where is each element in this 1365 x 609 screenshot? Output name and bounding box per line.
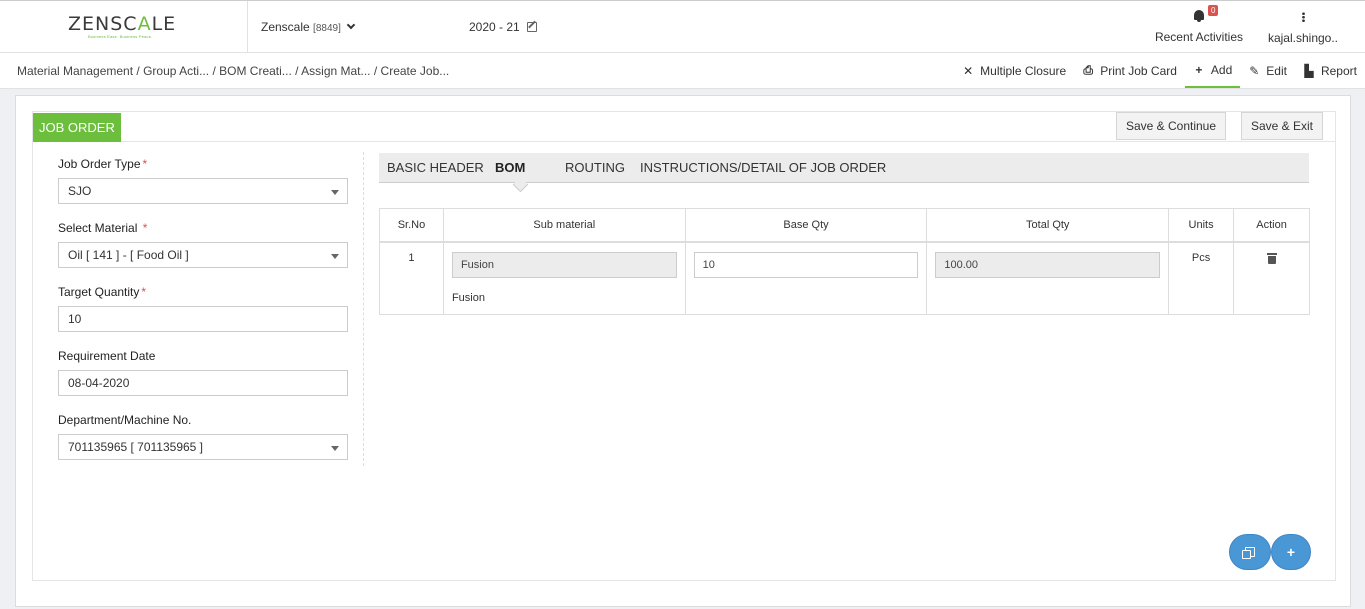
edit-label: Edit xyxy=(1266,63,1287,78)
copy-icon xyxy=(1242,547,1255,559)
units-cell: Pcs xyxy=(1168,241,1235,315)
column-header: Units xyxy=(1168,208,1235,243)
panel-title: JOB ORDER xyxy=(33,113,121,142)
column-header: Total Qty xyxy=(926,208,1170,243)
action-cell xyxy=(1233,241,1310,315)
breadcrumb-item[interactable]: Material Management xyxy=(17,64,133,78)
company-name: Zenscale xyxy=(261,20,310,34)
user-name: kajal.shingo.. xyxy=(1267,31,1339,45)
notification-badge: 0 xyxy=(1208,5,1219,16)
sr-no-cell: 1 xyxy=(379,241,444,315)
required-marker: * xyxy=(141,285,147,299)
logo[interactable]: ZENSCALE xyxy=(68,13,176,35)
tab-basic-header[interactable]: BASIC HEADER xyxy=(379,153,495,183)
form-divider xyxy=(363,152,364,466)
job-order-type-field: Job Order Type * SJO xyxy=(58,157,348,204)
close-icon: ✕ xyxy=(963,63,974,78)
report-button[interactable]: ▙ Report xyxy=(1295,53,1365,88)
column-header: Action xyxy=(1233,208,1310,243)
recent-activities[interactable]: 0 Recent Activities xyxy=(1148,5,1250,44)
print-job-card-label: Print Job Card xyxy=(1100,63,1177,78)
sub-material-input: Fusion xyxy=(451,251,677,278)
recent-activities-label: Recent Activities xyxy=(1154,30,1244,44)
edit-icon[interactable] xyxy=(527,22,538,32)
tab-bar: BASIC HEADER BOM ROUTING INSTRUCTIONS/DE… xyxy=(379,153,1309,183)
breadcrumb-item[interactable]: / Group Acti... xyxy=(136,64,209,78)
tab-routing[interactable]: ROUTING xyxy=(565,153,640,183)
column-header: Sr.No xyxy=(379,208,444,243)
save-exit-button[interactable]: Save & Exit xyxy=(1241,112,1323,140)
target-quantity-field: Target Quantity * 10 xyxy=(58,285,348,332)
department-select[interactable]: 701135965 [ 701135965 ] xyxy=(58,434,348,460)
logo-tagline: Business Ease. Business Peace. xyxy=(88,34,153,39)
company-code: [8849] xyxy=(313,23,341,34)
tab-instructions[interactable]: INSTRUCTIONS/DETAIL OF JOB ORDER xyxy=(640,153,886,183)
main-panel: JOB ORDER Save & Continue Save & Exit Jo… xyxy=(15,95,1351,607)
target-quantity-input[interactable]: 10 xyxy=(58,306,348,332)
copy-button[interactable] xyxy=(1229,534,1271,570)
user-menu[interactable]: kajal.shingo.. xyxy=(1265,11,1341,45)
edit-button[interactable]: ✎ Edit xyxy=(1240,53,1295,88)
job-order-type-select[interactable]: SJO xyxy=(58,178,348,204)
select-material-select[interactable]: Oil [ 141 ] - [ Food Oil ] xyxy=(58,242,348,268)
top-bar: ZENSCALE Business Ease. Business Peace. … xyxy=(0,0,1365,53)
edit-icon: ✎ xyxy=(1249,63,1260,78)
job-order-form: Job Order Type * SJO Select Material * Oi… xyxy=(58,157,348,477)
required-marker: * xyxy=(142,157,148,171)
breadcrumb-item[interactable]: / Assign Mat... xyxy=(295,64,370,78)
total-qty-cell: 100.00 xyxy=(926,241,1170,315)
tab-bom[interactable]: BOM xyxy=(495,153,565,183)
column-header: Sub material xyxy=(442,208,686,243)
breadcrumb: Material Management / Group Acti... / BO… xyxy=(17,64,449,78)
requirement-date-field: Requirement Date 08-04-2020 xyxy=(58,349,348,396)
column-header: Base Qty xyxy=(684,208,928,243)
base-qty-input[interactable]: 10 xyxy=(693,251,919,278)
bom-table: Sr.No Sub material Base Qty Total Qty Un… xyxy=(379,208,1310,315)
multiple-closure-label: Multiple Closure xyxy=(980,63,1067,78)
financial-year-label: 2020 - 21 xyxy=(469,20,520,34)
chevron-down-icon xyxy=(346,20,356,30)
financial-year[interactable]: 2020 - 21 xyxy=(469,20,538,34)
action-toolbar: ✕ Multiple Closure ⎙ Print Job Card + Ad… xyxy=(954,53,1365,89)
table-header-row: Sr.No Sub material Base Qty Total Qty Un… xyxy=(379,208,1310,243)
company-selector[interactable]: Zenscale [8849] xyxy=(261,20,356,34)
report-label: Report xyxy=(1320,63,1357,78)
total-qty-input: 100.00 xyxy=(935,251,1161,278)
logo-area: ZENSCALE Business Ease. Business Peace. xyxy=(0,1,248,53)
requirement-date-label: Requirement Date xyxy=(58,349,156,363)
multiple-closure-button[interactable]: ✕ Multiple Closure xyxy=(954,53,1074,88)
sub-header: Material Management / Group Acti... / BO… xyxy=(0,53,1365,89)
job-order-type-label: Job Order Type xyxy=(58,157,141,171)
save-continue-button[interactable]: Save & Continue xyxy=(1116,112,1226,140)
breadcrumb-item[interactable]: / Create Job... xyxy=(374,64,449,78)
job-order-card: JOB ORDER Save & Continue Save & Exit Jo… xyxy=(32,111,1336,581)
plus-icon: + xyxy=(1286,544,1296,560)
add-label: Add xyxy=(1210,62,1233,77)
card-header: JOB ORDER Save & Continue Save & Exit xyxy=(33,112,1335,142)
department-field: Department/Machine No. 701135965 [ 70113… xyxy=(58,413,348,460)
trash-icon[interactable] xyxy=(1266,252,1277,264)
table-row: 1 Fusion Fusion 10 100.00 Pcs xyxy=(379,241,1310,315)
target-quantity-label: Target Quantity xyxy=(58,285,140,299)
required-marker: * xyxy=(139,221,148,235)
breadcrumb-item[interactable]: / BOM Creati... xyxy=(212,64,291,78)
requirement-date-input[interactable]: 08-04-2020 xyxy=(58,370,348,396)
kebab-icon xyxy=(1301,12,1305,22)
base-qty-cell: 10 xyxy=(684,241,928,315)
bell-icon xyxy=(1194,10,1204,22)
sub-material-caption: Fusion xyxy=(451,291,485,304)
plus-icon: + xyxy=(1195,62,1203,77)
print-job-card-button[interactable]: ⎙ Print Job Card xyxy=(1074,53,1185,88)
select-material-label: Select Material xyxy=(58,221,138,235)
print-icon: ⎙ xyxy=(1083,63,1094,77)
file-icon: ▙ xyxy=(1304,63,1314,78)
select-material-field: Select Material * Oil [ 141 ] - [ Food O… xyxy=(58,221,348,268)
add-row-button[interactable]: + xyxy=(1271,534,1311,570)
sub-material-cell: Fusion Fusion xyxy=(442,241,686,315)
department-label: Department/Machine No. xyxy=(58,413,192,427)
add-button[interactable]: + Add xyxy=(1184,53,1241,88)
